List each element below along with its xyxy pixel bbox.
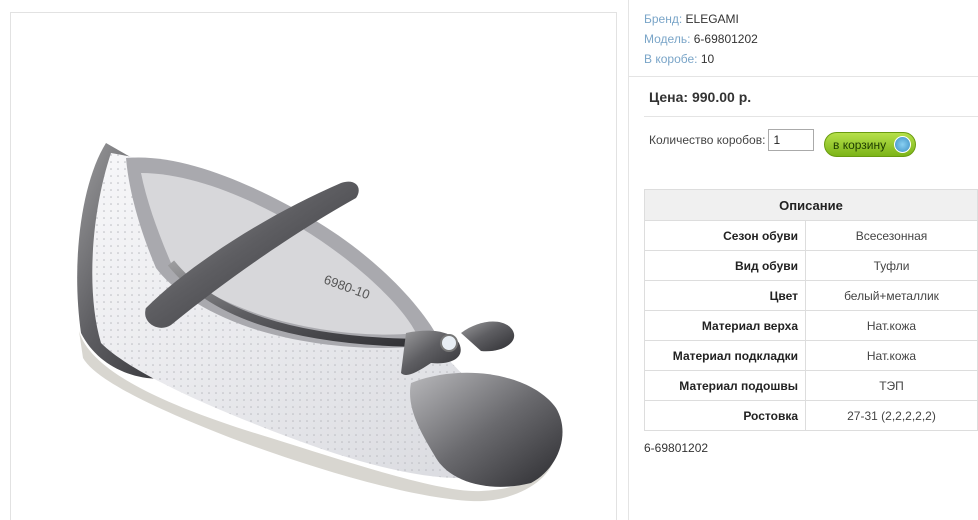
add-to-cart-button[interactable]: в корзину — [824, 132, 916, 157]
box-label: В коробе: — [644, 52, 698, 66]
box-row: В коробе: 10 — [644, 49, 758, 69]
table-row: Цвет белый+металлик — [644, 280, 978, 311]
basket-icon — [894, 136, 911, 153]
spec-value: белый+металлик — [805, 280, 978, 311]
spec-value: Нат.кожа — [805, 340, 978, 371]
box-value: 10 — [700, 52, 715, 66]
product-image[interactable]: 6980-10 — [10, 12, 617, 520]
column-divider — [628, 0, 629, 520]
brand-row: Бренд: ELEGAMI — [644, 9, 758, 29]
product-meta: Бренд: ELEGAMI Модель: 6-69801202 В коро… — [644, 9, 758, 69]
price-divider — [644, 116, 978, 117]
model-row: Модель: 6-69801202 — [644, 29, 758, 49]
spec-value: Всесезонная — [805, 220, 978, 251]
spec-key: Сезон обуви — [644, 220, 806, 251]
spec-value: Туфли — [805, 250, 978, 281]
article-code: 6-69801202 — [644, 441, 709, 455]
add-to-cart-label: в корзину — [833, 137, 887, 152]
model-label: Модель: — [644, 32, 691, 46]
spec-value: Нат.кожа — [805, 310, 978, 341]
description-header: Описание — [644, 189, 978, 221]
table-row: Вид обуви Туфли — [644, 250, 978, 281]
description-table: Описание Сезон обуви Всесезонная Вид обу… — [644, 189, 978, 431]
spec-key: Материал верха — [644, 310, 806, 341]
spec-key: Ростовка — [644, 400, 806, 431]
shoe-illustration: 6980-10 — [77, 143, 563, 502]
quantity-label: Количество коробов: — [649, 133, 766, 147]
meta-divider — [629, 76, 978, 77]
spec-key: Материал подошвы — [644, 370, 806, 401]
quantity-input[interactable] — [768, 129, 815, 151]
spec-key: Цвет — [644, 280, 806, 311]
brand-label: Бренд: — [644, 12, 683, 26]
model-value: 6-69801202 — [693, 32, 758, 46]
quantity-row: Количество коробов: — [649, 129, 815, 151]
table-row: Материал подкладки Нат.кожа — [644, 340, 978, 371]
spec-key: Материал подкладки — [644, 340, 806, 371]
table-row: Сезон обуви Всесезонная — [644, 220, 978, 251]
spec-value: 27-31 (2,2,2,2,2) — [805, 400, 978, 431]
price: Цена: 990.00 р. — [649, 89, 752, 105]
table-row: Материал верха Нат.кожа — [644, 310, 978, 341]
brand-value: ELEGAMI — [685, 12, 739, 26]
spec-key: Вид обуви — [644, 250, 806, 281]
table-row: Ростовка 27-31 (2,2,2,2,2) — [644, 400, 978, 431]
table-row: Материал подошвы ТЭП — [644, 370, 978, 401]
spec-value: ТЭП — [805, 370, 978, 401]
